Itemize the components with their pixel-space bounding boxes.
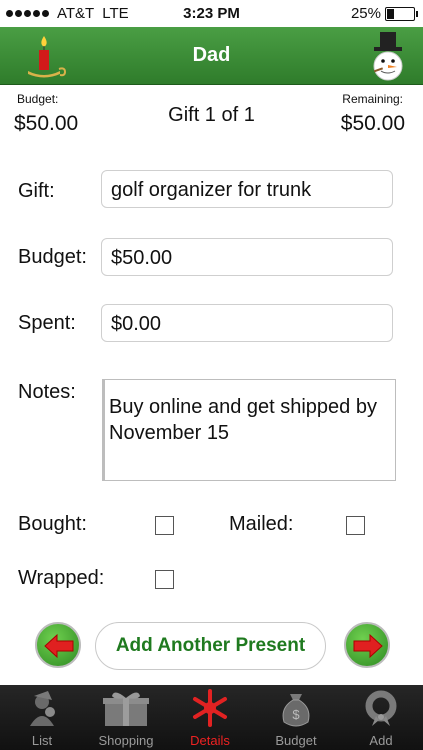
svg-text:$: $	[292, 707, 300, 722]
tab-label-shopping: Shopping	[98, 733, 154, 748]
bought-label: Bought:	[18, 513, 87, 535]
bought-checkbox[interactable]	[155, 516, 174, 535]
mailed-checkbox[interactable]	[346, 516, 365, 535]
wrapped-label: Wrapped:	[18, 567, 105, 589]
tab-budget[interactable]: $ Budget	[254, 685, 338, 750]
tab-list[interactable]: List	[0, 685, 84, 750]
tab-add[interactable]: Add	[339, 685, 423, 750]
right-arrow-icon	[353, 633, 383, 659]
battery-icon	[385, 6, 418, 21]
santa-icon	[30, 691, 55, 726]
summary-remaining-value: $50.00	[340, 112, 405, 135]
budget-field[interactable]: $50.00	[101, 238, 393, 276]
money-bag-icon: $	[282, 694, 310, 727]
tab-details[interactable]: Details	[168, 685, 252, 750]
snowman-icon[interactable]	[363, 28, 413, 82]
battery-status: 25%	[350, 5, 418, 22]
notes-textarea[interactable]: Buy online and get shipped by November 1…	[102, 379, 396, 481]
tab-shopping[interactable]: Shopping	[84, 685, 168, 750]
left-arrow-icon	[44, 633, 74, 659]
status-bar: AT&T LTE 3:23 PM 25%	[0, 0, 423, 27]
navigation-bar: Dad	[0, 27, 423, 85]
previous-gift-button[interactable]	[35, 622, 81, 668]
next-gift-button[interactable]	[344, 622, 390, 668]
budget-label: Budget:	[18, 246, 87, 268]
spent-label: Spent:	[18, 312, 76, 334]
spent-field[interactable]: $0.00	[101, 304, 393, 342]
gift-box-icon	[103, 692, 149, 726]
tab-label-add: Add	[369, 733, 393, 748]
wrapped-checkbox[interactable]	[155, 570, 174, 589]
notes-label: Notes:	[18, 381, 76, 403]
tab-label-list: List	[31, 733, 53, 748]
add-another-present-button[interactable]: Add Another Present	[95, 622, 326, 670]
tab-label-budget: Budget	[275, 733, 317, 748]
battery-percent: 25%	[350, 5, 381, 22]
mailed-label: Mailed:	[229, 513, 294, 535]
tab-bar: List Shopping Details $ Budget Add	[0, 685, 423, 750]
gift-label: Gift:	[18, 180, 55, 202]
wreath-icon	[365, 690, 397, 726]
summary-remaining-label: Remaining:	[342, 92, 403, 106]
nav-title: Dad	[192, 44, 231, 66]
gift-field[interactable]: golf organizer for trunk	[101, 170, 393, 208]
tab-label-details: Details	[190, 733, 230, 748]
snowflake-icon	[193, 689, 227, 727]
